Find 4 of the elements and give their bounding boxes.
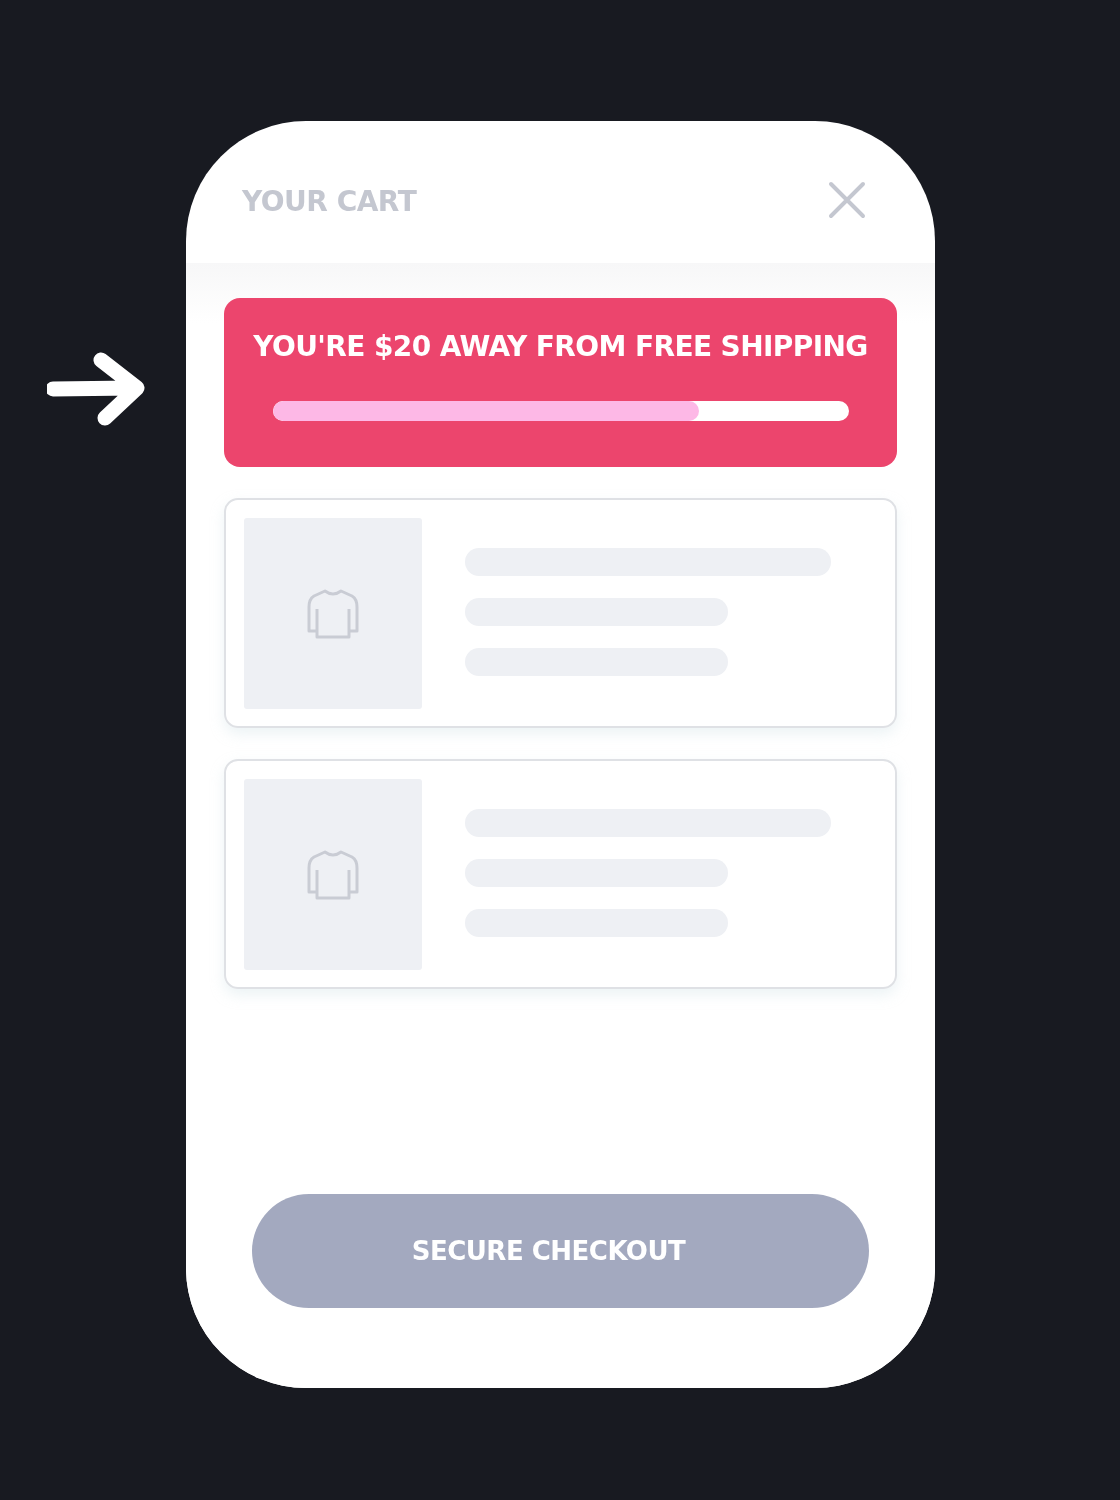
free-shipping-message: YOU'RE $20 AWAY FROM FREE SHIPPING <box>253 330 868 363</box>
close-button[interactable] <box>828 181 866 219</box>
cart-title: YOUR CART <box>242 184 417 218</box>
arrow-icon <box>47 352 146 427</box>
